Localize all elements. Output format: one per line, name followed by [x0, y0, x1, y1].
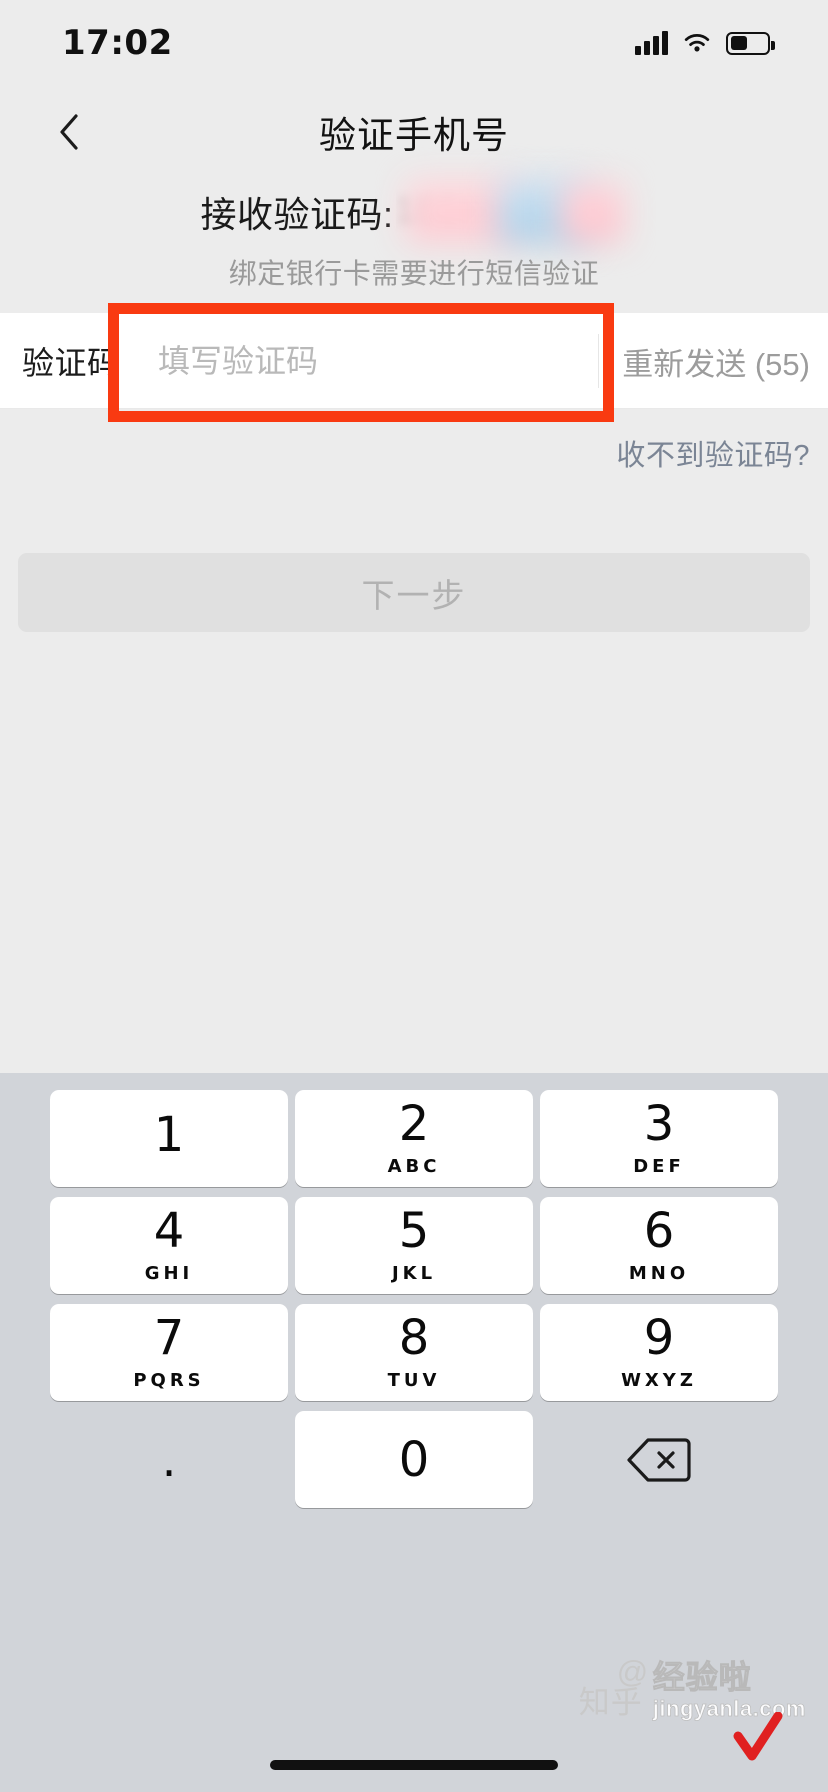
key-letters: WXYZ: [621, 1370, 697, 1391]
key-9[interactable]: 9 WXYZ: [540, 1304, 778, 1401]
verification-code-input[interactable]: [158, 313, 598, 409]
resend-code-button[interactable]: 重新发送 (55): [598, 334, 828, 388]
key-digit: 9: [643, 1310, 675, 1366]
key-letters: DEF: [633, 1156, 685, 1177]
key-4[interactable]: 4 GHI: [50, 1197, 288, 1294]
phone-screen: 17:02 验证手机号 接收验证码: 186••••: [0, 0, 828, 1792]
page-title: 验证手机号: [319, 115, 509, 156]
key-digit: 3: [643, 1096, 675, 1152]
backspace-icon: [627, 1437, 691, 1482]
cannot-receive-code-link[interactable]: 收不到验证码?: [616, 432, 810, 474]
verification-code-label: 验证码: [22, 345, 120, 381]
key-2[interactable]: 2 ABC: [295, 1090, 533, 1187]
key-letters: TUV: [387, 1370, 441, 1391]
battery-icon: [726, 31, 775, 55]
cellular-bars-icon: [635, 31, 668, 55]
key-digit: 1: [153, 1106, 185, 1163]
key-digit: 5: [398, 1203, 430, 1259]
verification-subtitle: 绑定银行卡需要进行短信验证: [228, 258, 600, 289]
receive-code-label: 接收验证码:: [200, 194, 394, 235]
key-letters: GHI: [144, 1263, 194, 1284]
key-3[interactable]: 3 DEF: [540, 1090, 778, 1187]
keyboard-rows: 1 2 ABC 3 DEF 4 GHI 5 JKL 6 MNO 7 PQRS 8…: [0, 1090, 828, 1518]
wifi-icon: [684, 34, 710, 52]
key-1[interactable]: 1: [50, 1090, 288, 1187]
keyboard-row: 7 PQRS 8 TUV 9 WXYZ: [0, 1304, 828, 1401]
key-8[interactable]: 8 TUV: [295, 1304, 533, 1401]
key-digit: 8: [398, 1310, 430, 1366]
key-backspace[interactable]: [540, 1411, 778, 1508]
watermark-at: @: [616, 1654, 649, 1689]
key-digit: 0: [398, 1431, 430, 1488]
watermark-author: 经验啦: [652, 1659, 752, 1696]
key-digit: 6: [643, 1203, 675, 1259]
key-7[interactable]: 7 PQRS: [50, 1304, 288, 1401]
key-letters: ABC: [387, 1156, 441, 1177]
key-6[interactable]: 6 MNO: [540, 1197, 778, 1294]
key-digit: 2: [398, 1096, 430, 1152]
status-bar: 17:02: [0, 0, 828, 86]
decor-blob-pink-right: [562, 182, 624, 242]
next-step-button[interactable]: 下一步: [18, 553, 810, 632]
verification-code-row: 验证码 重新发送 (55): [0, 313, 828, 409]
keyboard-row: 4 GHI 5 JKL 6 MNO: [0, 1197, 828, 1294]
key-period[interactable]: .: [50, 1411, 288, 1508]
keyboard-row: . 0: [0, 1411, 828, 1508]
red-check-icon: [733, 1712, 783, 1761]
key-digit: .: [161, 1432, 177, 1487]
navigation-bar: 验证手机号: [0, 86, 828, 178]
status-icons: [635, 31, 775, 55]
home-indicator: [270, 1760, 558, 1770]
keyboard-row: 1 2 ABC 3 DEF: [0, 1090, 828, 1187]
key-digit: 7: [153, 1310, 185, 1366]
key-5[interactable]: 5 JKL: [295, 1197, 533, 1294]
key-letters: PQRS: [133, 1370, 205, 1391]
status-time: 17:02: [62, 23, 173, 63]
key-letters: JKL: [391, 1263, 437, 1284]
key-letters: MNO: [628, 1263, 690, 1284]
key-0[interactable]: 0: [295, 1411, 533, 1508]
key-digit: 4: [153, 1203, 185, 1259]
